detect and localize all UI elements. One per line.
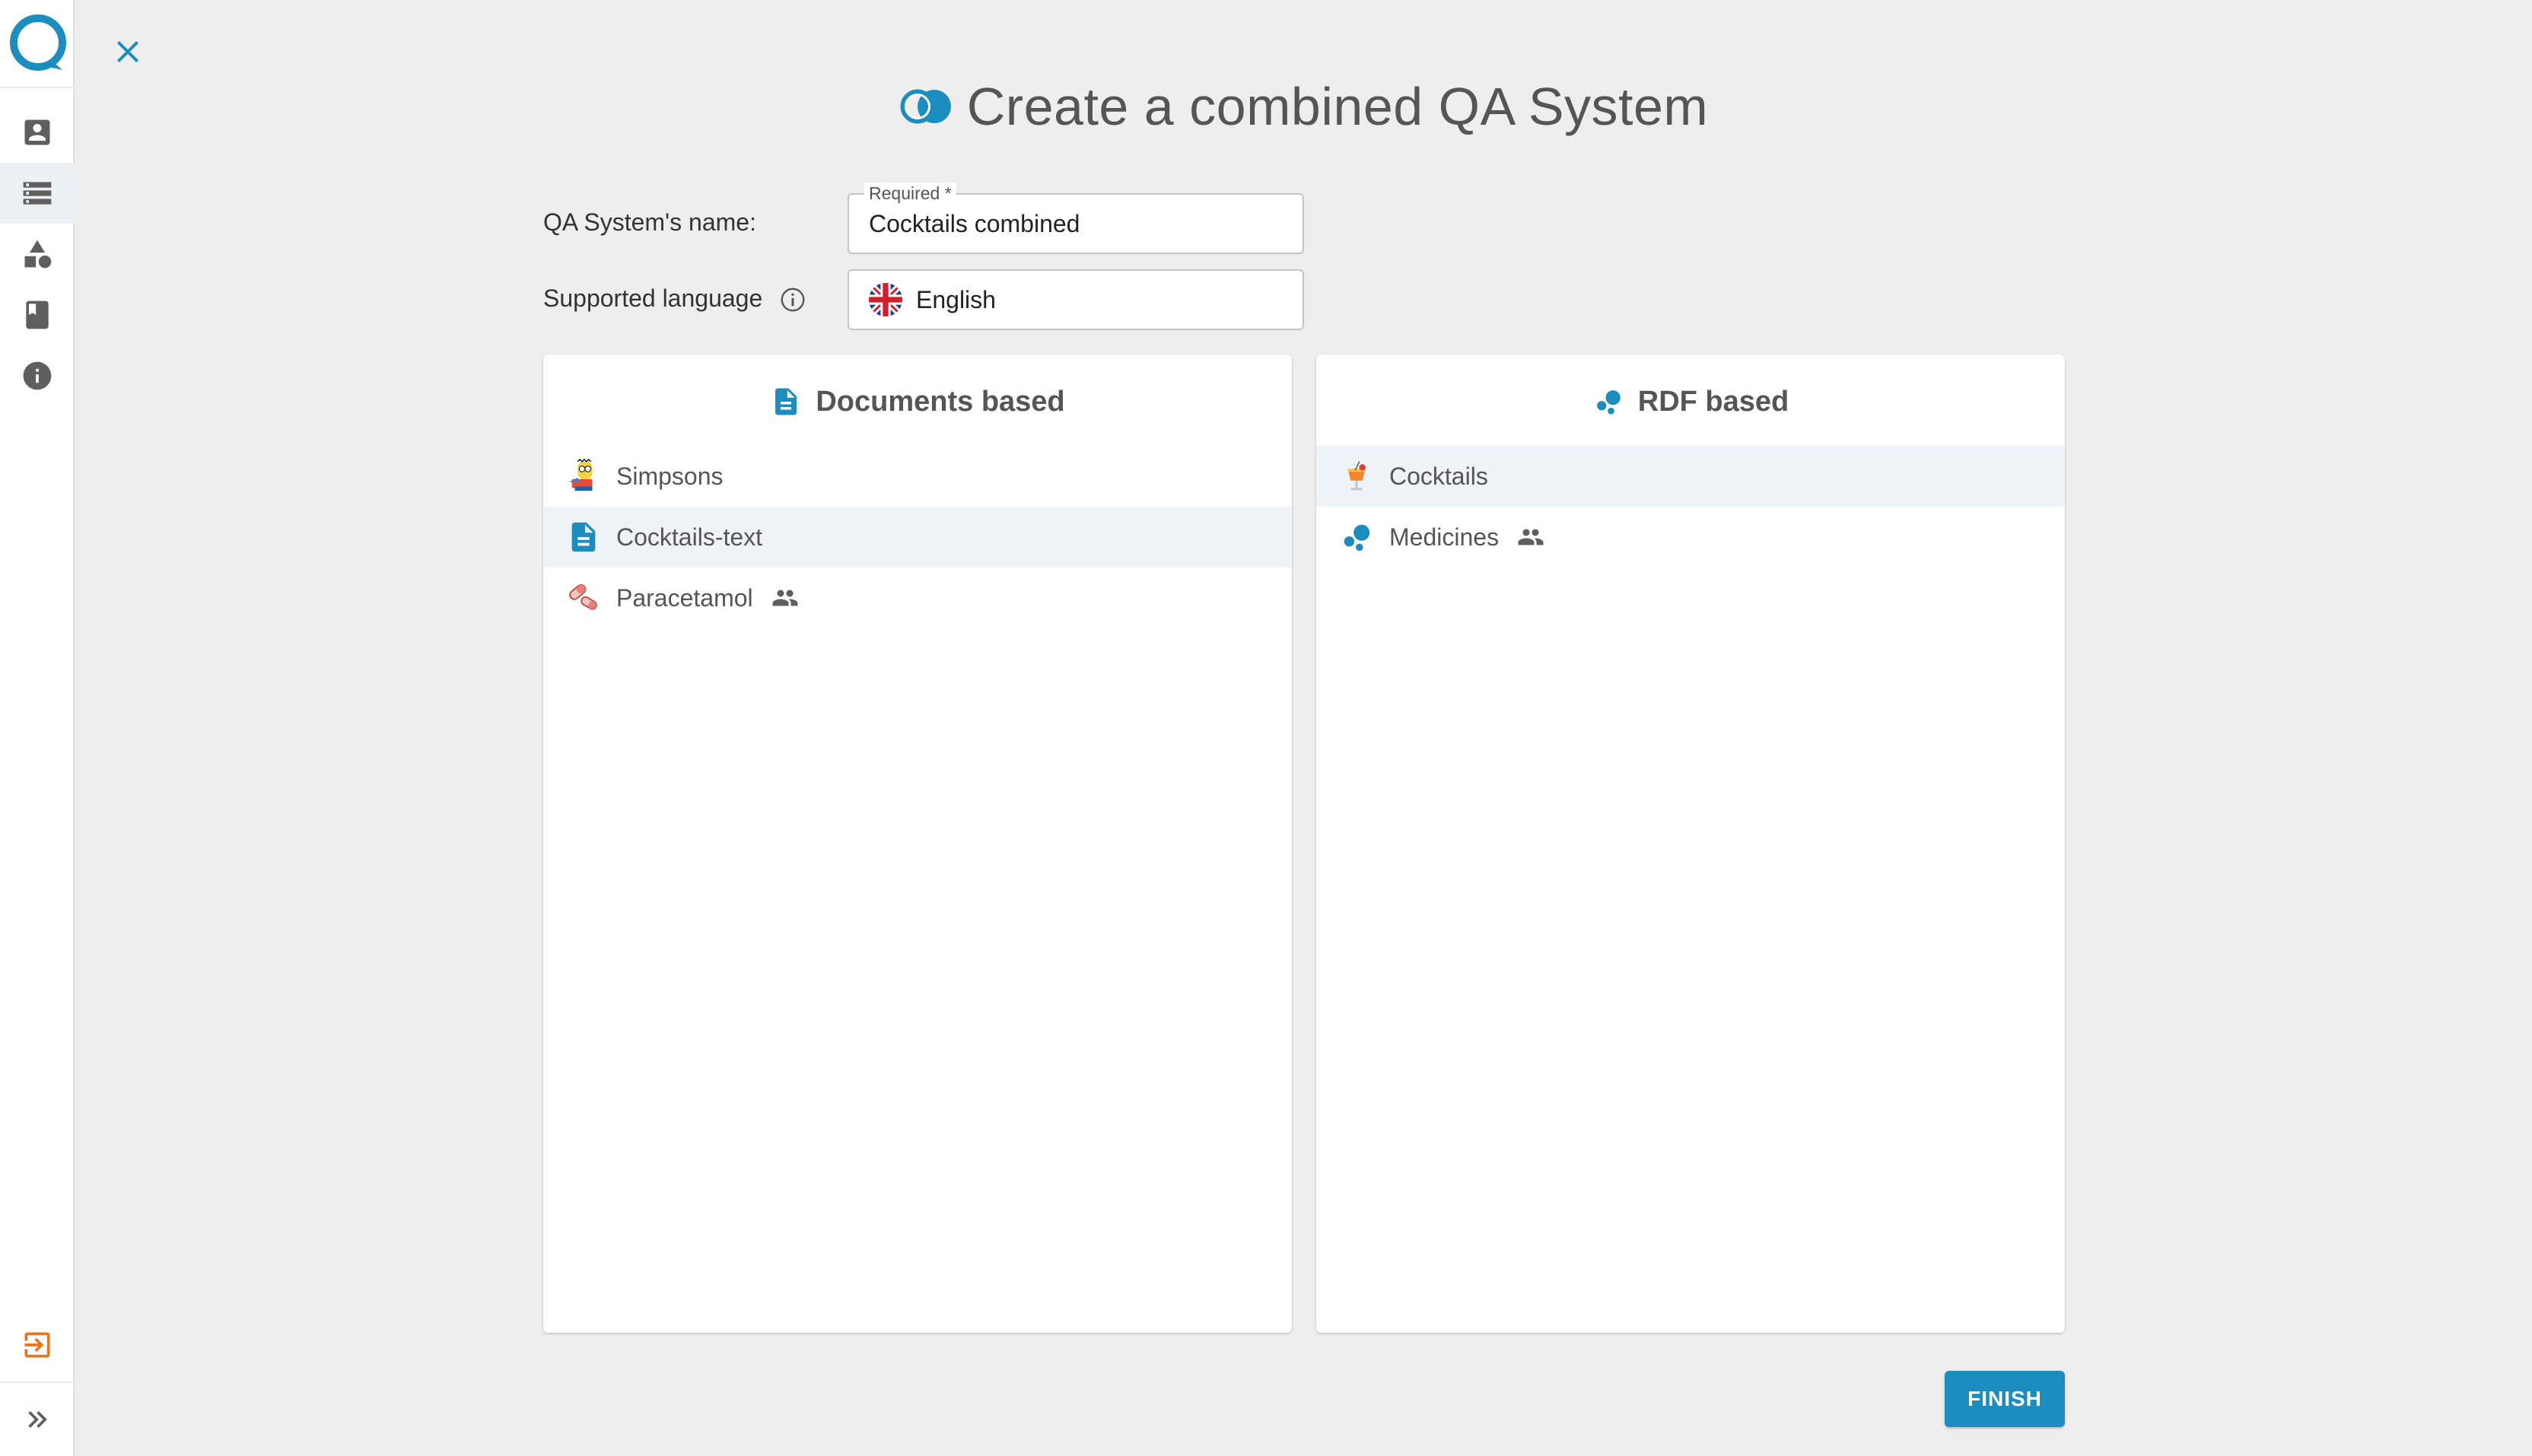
- sidebar-item-book[interactable]: [0, 285, 75, 345]
- list-item[interactable]: Cocktails: [1316, 446, 2065, 507]
- info-outline-icon[interactable]: [779, 286, 806, 313]
- documents-panel-header: Documents based: [543, 379, 1292, 424]
- language-select-value: English: [869, 271, 996, 329]
- rdf-bubbles-icon: [1596, 390, 1621, 415]
- info-icon: [23, 361, 52, 390]
- list-item[interactable]: Paracetamol: [543, 567, 1292, 628]
- qa-name-value: Cocktails combined: [869, 209, 1080, 237]
- language-label: Supported language: [543, 285, 763, 312]
- rdf-panel-title: RDF based: [1637, 385, 1789, 418]
- page-title: Create a combined QA System: [966, 77, 1709, 136]
- expand-sidebar-button[interactable]: [0, 1389, 75, 1450]
- sidebar-divider: [0, 1381, 75, 1383]
- book-icon: [26, 300, 49, 329]
- qa-name-field[interactable]: Required * Cocktails combined: [848, 183, 1304, 254]
- logout-button[interactable]: [0, 1315, 75, 1375]
- list-item[interactable]: Cocktails-text: [543, 507, 1292, 567]
- rdf-bubbles-icon: [1339, 520, 1374, 555]
- list-item-label: Cocktails: [1389, 462, 1488, 490]
- documents-list: Simpsons Cocktails-text Paracetamol: [543, 446, 1292, 628]
- close-icon[interactable]: [110, 33, 146, 70]
- language-value: English: [916, 285, 996, 313]
- double-chevron-right-icon: [28, 1411, 47, 1428]
- sidebar-item-info[interactable]: [0, 345, 75, 406]
- shapes-icon: [24, 240, 52, 269]
- combined-circles-icon: [900, 89, 951, 124]
- page-header: Create a combined QA System: [0, 72, 2532, 141]
- documents-panel-title: Documents based: [816, 385, 1065, 418]
- uk-flag-icon: [869, 283, 902, 316]
- app-logo-icon[interactable]: [8, 12, 68, 73]
- rdf-panel: RDF based Cocktails Medicines: [1316, 354, 2065, 1333]
- list-item[interactable]: Simpsons: [543, 446, 1292, 507]
- logout-icon: [24, 1332, 50, 1358]
- rdf-list: Cocktails Medicines: [1316, 446, 2065, 567]
- shared-group-icon: [772, 590, 798, 606]
- list-item-label: Simpsons: [616, 462, 724, 490]
- rdf-panel-header: RDF based: [1316, 379, 2065, 424]
- simpsons-icon: [566, 459, 601, 494]
- sidebar-item-shapes[interactable]: [0, 224, 75, 285]
- finish-button[interactable]: FINISH: [1945, 1371, 2065, 1427]
- documents-panel: Documents based Simpsons Cocktails-text …: [543, 354, 1292, 1333]
- list-item[interactable]: Medicines: [1316, 507, 2065, 567]
- list-item-label: Cocktails-text: [616, 523, 763, 551]
- document-icon: [775, 388, 797, 415]
- cocktail-icon: [1339, 459, 1374, 494]
- document-icon: [566, 520, 601, 555]
- sidebar: [0, 0, 75, 1456]
- storage-icon: [23, 182, 52, 205]
- language-select[interactable]: English: [848, 269, 1304, 330]
- list-item-label: Paracetamol: [616, 583, 753, 612]
- sidebar-item-storage[interactable]: [0, 163, 75, 224]
- list-item-label: Medicines: [1389, 523, 1500, 551]
- shared-group-icon: [1518, 529, 1544, 545]
- pills-icon: [566, 580, 601, 615]
- name-label: QA System's name:: [543, 208, 756, 236]
